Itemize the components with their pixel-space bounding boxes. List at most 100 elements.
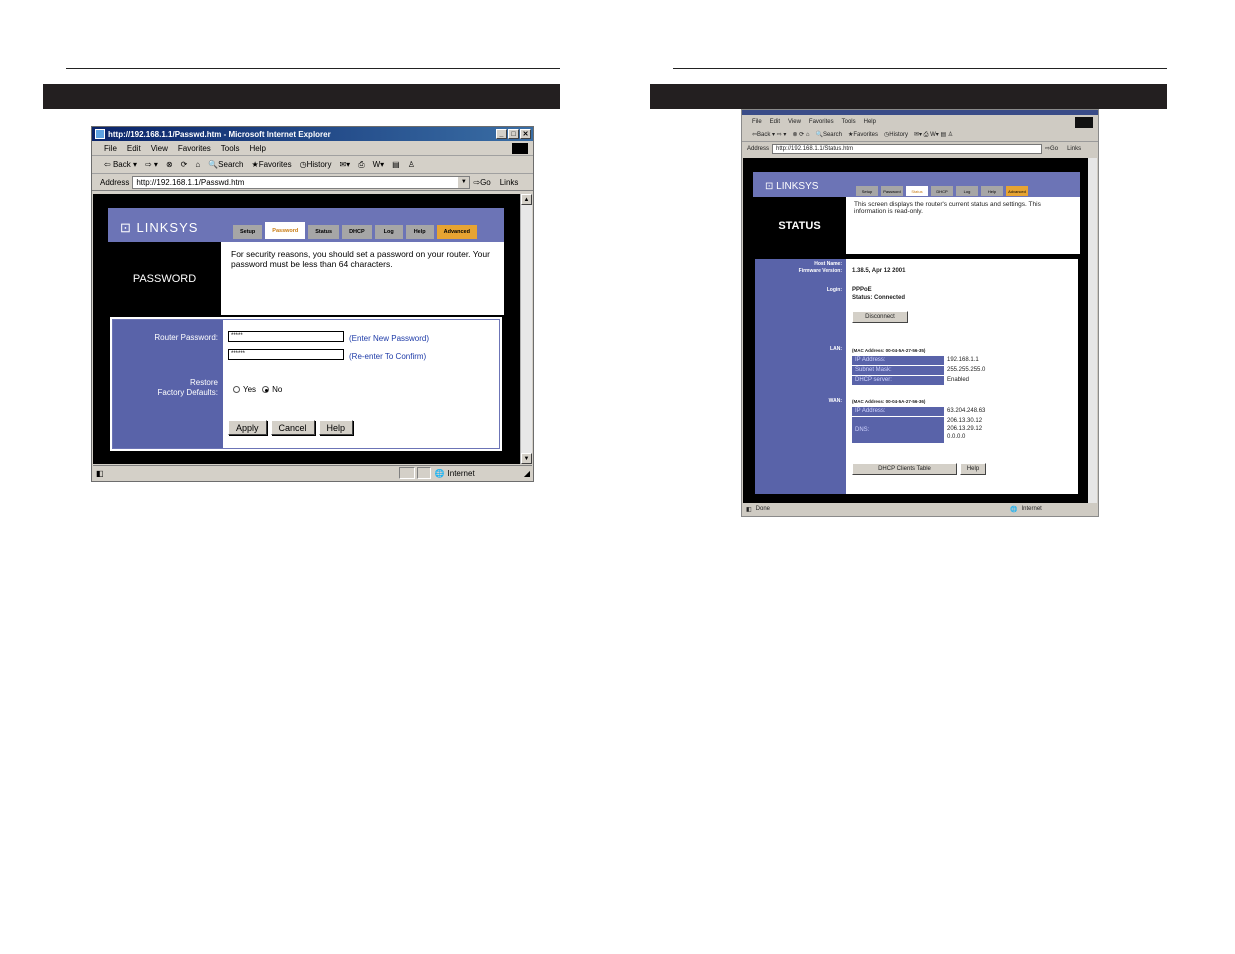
discuss-icon[interactable]: ▤ <box>392 160 400 169</box>
tab-setup[interactable]: Setup <box>856 186 878 196</box>
radio-yes[interactable] <box>233 386 240 393</box>
radio-no[interactable] <box>262 386 270 393</box>
form-label-column: Router Password: Restore Factory Default… <box>113 320 223 448</box>
menu-help[interactable]: Help <box>249 144 265 153</box>
tab-password[interactable]: Password <box>881 186 903 196</box>
links-button[interactable]: Links <box>500 178 519 187</box>
tab-log[interactable]: Log <box>956 186 978 196</box>
menu-file[interactable]: File <box>752 119 762 125</box>
favorites-button[interactable]: ★Favorites <box>252 160 292 169</box>
disconnect-button[interactable]: Disconnect <box>852 311 908 323</box>
home-icon[interactable]: ⌂ <box>195 160 200 169</box>
search-button[interactable]: 🔍Search <box>208 160 243 169</box>
messenger-icon[interactable]: ♙ <box>408 160 415 169</box>
go-label: Go <box>480 177 491 187</box>
tab-help[interactable]: Help <box>981 186 1003 196</box>
status-zone: Internet <box>447 468 475 478</box>
close-icon[interactable]: ✕ <box>520 129 531 139</box>
history-button[interactable]: ◷History <box>884 131 908 138</box>
go-button[interactable]: ⇨Go <box>1045 145 1058 152</box>
stop-icon[interactable]: ⊗ <box>166 160 173 169</box>
address-input[interactable]: http://192.168.1.1/Status.htm <box>772 143 1043 154</box>
help-button[interactable]: Help <box>318 420 354 435</box>
password-form: Router Password: Restore Factory Default… <box>108 315 504 453</box>
scroll-up-icon[interactable]: ▲ <box>521 194 532 205</box>
form-buttons: Apply Cancel Help <box>228 420 354 435</box>
menu-file[interactable]: File <box>104 144 117 153</box>
menu-help[interactable]: Help <box>864 119 876 125</box>
table-row: DHCP server: Enabled <box>852 376 969 385</box>
menu-tools[interactable]: Tools <box>221 144 240 153</box>
nav-tabs: Setup Password Status DHCP Log Help Adva… <box>233 222 477 239</box>
resize-grip-icon[interactable]: ◢ <box>524 469 530 478</box>
globe-icon: 🌐 <box>434 468 445 478</box>
lan-dhcp-value: Enabled <box>947 377 970 383</box>
status-bar: ◧ Done 🌐 Internet <box>743 503 1097 515</box>
address-value: http://192.168.1.1/Status.htm <box>776 145 854 152</box>
mail-icon[interactable]: ✉▾ <box>339 160 350 169</box>
section-title: PASSWORD <box>108 242 221 315</box>
print-icon[interactable]: ⎙ <box>358 160 364 170</box>
table-row: IP Address: 63.204.248.63 <box>852 407 985 416</box>
status-cell <box>416 467 431 479</box>
tab-status[interactable]: Status <box>308 225 340 239</box>
address-input[interactable]: http://192.168.1.1/Passwd.htm ▼ <box>132 175 471 189</box>
edit-icon[interactable]: W▾ <box>373 160 385 169</box>
go-button[interactable]: ⇨Go <box>473 178 490 187</box>
page-description: This screen displays the router's curren… <box>846 197 1080 254</box>
help-button[interactable]: Help <box>960 463 986 475</box>
menu-edit[interactable]: Edit <box>770 119 780 125</box>
lan-label: LAN: <box>830 346 842 352</box>
tab-dhcp[interactable]: DHCP <box>931 186 953 196</box>
search-button[interactable]: 🔍Search <box>815 131 842 138</box>
linksys-logo: ⊡ LINKSYS <box>120 220 199 235</box>
tab-advanced[interactable]: Advanced <box>436 225 477 239</box>
login-label: Login: <box>826 287 842 293</box>
forward-button[interactable]: ⇨ ▾ <box>145 160 158 169</box>
scroll-down-icon[interactable]: ▼ <box>521 453 532 464</box>
tab-advanced[interactable]: Advanced <box>1006 186 1028 196</box>
menu-tools[interactable]: Tools <box>842 119 856 125</box>
tab-setup[interactable]: Setup <box>233 225 263 239</box>
tab-log[interactable]: Log <box>374 225 403 239</box>
vertical-scrollbar[interactable] <box>1088 158 1097 503</box>
menu-view[interactable]: View <box>788 119 801 125</box>
tab-dhcp[interactable]: DHCP <box>342 225 372 239</box>
status-panel: Host Name: Firmware Version: Login: LAN:… <box>753 257 1080 496</box>
stop-icon[interactable]: ⊗ ⟳ ⌂ <box>792 131 809 138</box>
page-status-icon: ◧ <box>746 506 752 513</box>
links-button[interactable]: Links <box>1067 146 1081 152</box>
dhcp-clients-table-button[interactable]: DHCP Clients Table <box>852 463 957 475</box>
vertical-scrollbar[interactable]: ▲ ▼ <box>520 194 532 464</box>
history-button[interactable]: ◷History <box>300 160 332 169</box>
lan-dhcp-label: DHCP server: <box>852 376 944 385</box>
password-field[interactable]: ***** <box>228 331 344 342</box>
tab-status[interactable]: Status <box>906 186 928 196</box>
confirm-password-field[interactable]: ****** <box>228 349 344 360</box>
menu-edit[interactable]: Edit <box>127 144 141 153</box>
back-button[interactable]: ⇦ Back ▾ <box>104 160 137 169</box>
menu-favorites[interactable]: Favorites <box>178 144 211 153</box>
status-label-column: Host Name: Firmware Version: Login: LAN:… <box>755 259 846 494</box>
section-band-left <box>43 84 560 109</box>
cancel-button[interactable]: Cancel <box>270 420 315 435</box>
minimize-icon[interactable]: _ <box>496 129 507 139</box>
tab-password[interactable]: Password <box>265 222 306 239</box>
mail-icon[interactable]: ✉▾ ⎙ W▾ ▤ ♙ <box>914 131 953 139</box>
favorites-button[interactable]: ★Favorites <box>848 131 878 138</box>
chevron-down-icon[interactable]: ▼ <box>458 176 470 188</box>
firmware-value: 1.38.5, Apr 12 2001 <box>852 268 906 274</box>
apply-button[interactable]: Apply <box>228 420 267 435</box>
menu-view[interactable]: View <box>151 144 168 153</box>
back-button[interactable]: ⇦Back ▾ ⇨ ▾ <box>752 131 786 138</box>
refresh-icon[interactable]: ⟳ <box>181 160 188 169</box>
ie-window-status: File Edit View Favorites Tools Help ⇦Bac… <box>741 109 1099 517</box>
wan-label: WAN: <box>828 398 842 404</box>
dns-value-3: 0.0.0.0 <box>947 434 966 440</box>
maximize-icon[interactable]: □ <box>508 129 519 139</box>
menu-favorites[interactable]: Favorites <box>809 119 834 125</box>
tab-help[interactable]: Help <box>405 225 434 239</box>
status-text: Done <box>755 506 771 512</box>
reenter-password-hint: (Re-enter To Confirm) <box>349 352 427 361</box>
menu-bar: File Edit View Favorites Tools Help <box>92 141 533 156</box>
